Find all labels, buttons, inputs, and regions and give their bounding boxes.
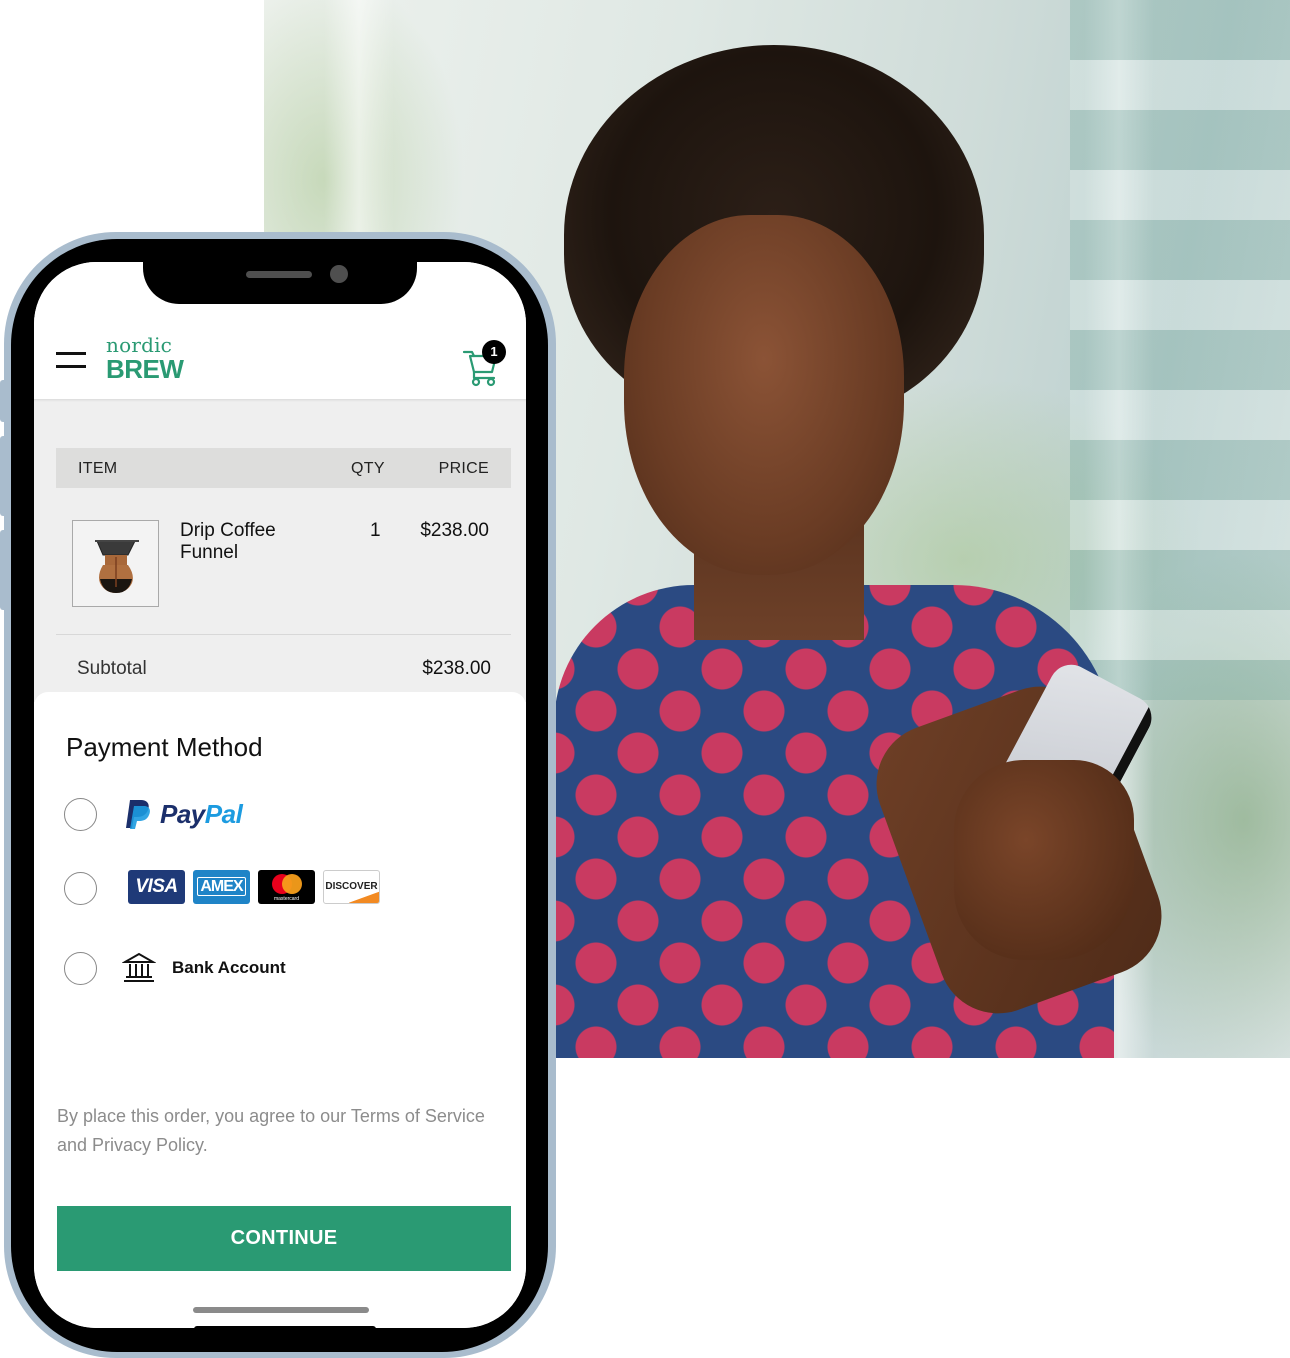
bank-account-label: Bank Account xyxy=(172,958,286,977)
amex-card-icon: AMEX xyxy=(193,870,250,904)
payment-option-paypal[interactable]: PayPal xyxy=(64,796,504,836)
logo-text-nordic: nordic xyxy=(106,333,173,357)
hamburger-menu-button[interactable] xyxy=(56,352,86,370)
paypal-wordmark: PayPal xyxy=(160,798,243,829)
item-price: $238.00 xyxy=(420,520,489,541)
photo-hand xyxy=(954,760,1134,960)
phone-bottom-edge xyxy=(194,1326,376,1332)
hamburger-icon xyxy=(56,352,86,355)
card-logos: VISA AMEX mastercard DISCOVER xyxy=(128,870,380,904)
item-name: Drip Coffee Funnel xyxy=(180,520,276,563)
continue-button[interactable]: CONTINUE xyxy=(57,1206,511,1271)
payment-method-title: Payment Method xyxy=(66,732,263,762)
brand-logo[interactable]: nordic BREW xyxy=(106,333,184,384)
photo-face xyxy=(624,215,904,575)
payment-method-sheet: Payment Method PayPal VISA AMEX masterca… xyxy=(34,692,526,1328)
bank-account-option: Bank Account xyxy=(122,952,286,984)
phone-volume-down-button xyxy=(0,530,6,610)
bank-radio[interactable] xyxy=(64,952,97,985)
home-indicator xyxy=(193,1307,369,1313)
phone-volume-up-button xyxy=(0,436,6,516)
phone-notch xyxy=(143,262,417,304)
paypal-radio[interactable] xyxy=(64,798,97,831)
logo-text-brew: BREW xyxy=(106,354,184,384)
order-summary: ITEM QTY PRICE Drip Coffee Funnel 1 $238… xyxy=(34,402,526,702)
paypal-icon xyxy=(126,800,150,829)
subtotal-divider xyxy=(56,634,511,635)
terms-notice: By place this order, you agree to our Te… xyxy=(57,1106,485,1155)
subtotal-label: Subtotal xyxy=(77,658,147,679)
cart-button[interactable]: 1 xyxy=(462,340,510,387)
mastercard-card-icon: mastercard xyxy=(258,870,315,904)
cart-count-badge: 1 xyxy=(482,340,506,364)
column-header-qty: QTY xyxy=(351,460,385,477)
hamburger-icon xyxy=(56,365,86,368)
product-thumbnail[interactable] xyxy=(72,520,159,607)
table-row: Drip Coffee Funnel 1 $238.00 xyxy=(56,512,511,632)
cards-radio[interactable] xyxy=(64,872,97,905)
speaker-icon xyxy=(246,271,312,278)
discover-card-icon: DISCOVER xyxy=(323,870,380,904)
column-header-item: ITEM xyxy=(78,460,118,477)
phone-screen: nordic BREW 1 ITEM QTY PRICE Drip Coffee… xyxy=(34,262,526,1328)
camera-icon xyxy=(330,265,348,283)
payment-option-cards[interactable]: VISA AMEX mastercard DISCOVER xyxy=(64,870,504,910)
phone-side-button xyxy=(0,380,6,422)
bank-icon xyxy=(122,952,156,982)
paypal-logo: PayPal xyxy=(124,796,243,832)
column-header-price: PRICE xyxy=(438,460,489,477)
visa-card-icon: VISA xyxy=(128,870,185,904)
coffee-maker-image xyxy=(95,540,139,593)
subtotal-value: $238.00 xyxy=(422,658,491,679)
order-table-header: ITEM QTY PRICE xyxy=(56,448,511,488)
payment-option-bank-account[interactable]: Bank Account xyxy=(64,950,504,990)
photo-background-building xyxy=(1070,0,1290,700)
item-qty: 1 xyxy=(370,520,381,541)
